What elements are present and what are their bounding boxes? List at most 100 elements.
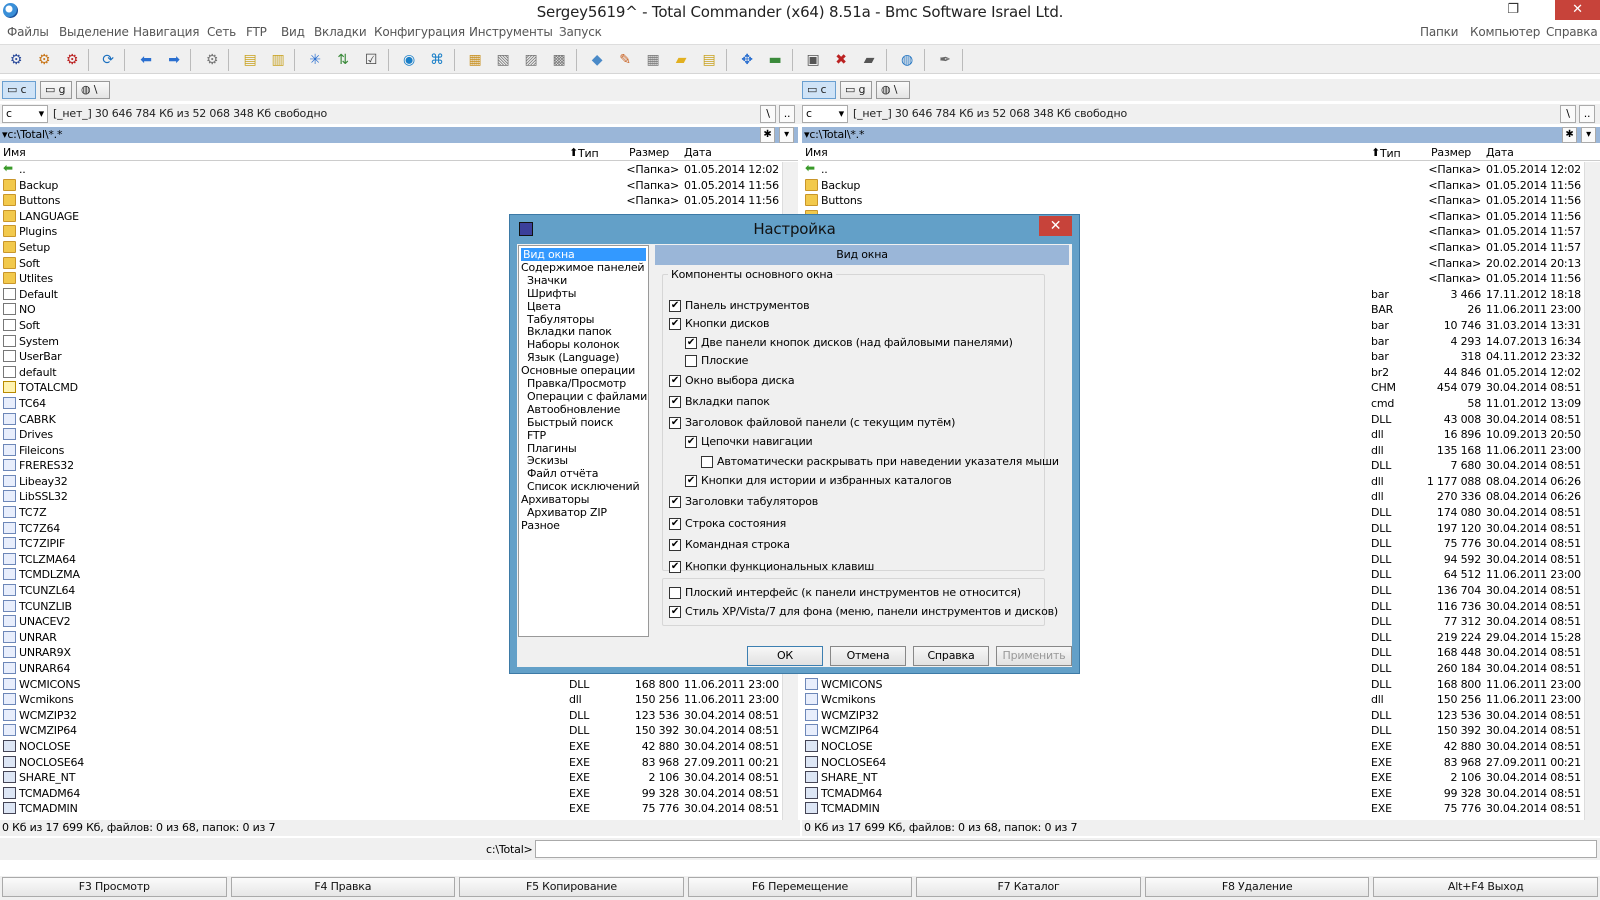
tree-item[interactable]: Вид окна (521, 248, 646, 261)
left-up-button[interactable]: .. (779, 105, 795, 123)
notes-icon[interactable]: ▤ (699, 50, 719, 70)
checked-icon[interactable]: ✔ (685, 336, 697, 349)
file-row[interactable]: Backup <Папка> 01.05.2014 11:56 (0, 178, 782, 194)
sync-icon[interactable]: ▩ (549, 50, 569, 70)
tree-item[interactable]: Основные операции (521, 364, 635, 377)
option-checkbox[interactable]: ✔ Панель инструментов (669, 299, 810, 312)
left-drive-select[interactable]: c ▾ (2, 105, 48, 123)
menu-1[interactable]: Выделение (59, 25, 129, 39)
file-row[interactable]: Wcmikons dll 150 256 11.06.2011 23:00 (0, 692, 782, 708)
option-checkbox[interactable]: Автоматически раскрывать при наведении у… (701, 455, 1059, 468)
tree-item[interactable]: Цвета (527, 300, 561, 313)
file-row[interactable]: TCMADMIN EXE 75 776 30.04.2014 08:51 (0, 801, 782, 817)
right-path-bar[interactable]: ▾c:\Total\*.* ✱ ▾ (802, 127, 1600, 143)
tree-item[interactable]: Архиваторы (521, 493, 589, 506)
file-row[interactable]: NOCLOSE64 EXE 83 968 27.09.2011 00:21 (802, 755, 1584, 771)
left-root-button[interactable]: \ (760, 105, 776, 123)
pack-icon[interactable]: ▤ (240, 50, 260, 70)
left-favorites-icon[interactable]: ✱ (760, 127, 775, 143)
file-row[interactable]: WCMZIP64 DLL 150 392 30.04.2014 08:51 (802, 723, 1584, 739)
option-checkbox[interactable]: ✔ Кнопки функциональных клавиш (669, 560, 874, 573)
right-up-button[interactable]: .. (1579, 105, 1595, 123)
settings-gear-icon[interactable]: ⚙ (6, 50, 26, 70)
tree-item[interactable]: Язык (Language) (527, 351, 619, 364)
tree-item[interactable]: Табуляторы (527, 313, 594, 326)
forward-arrow-icon[interactable]: ➡ (164, 50, 184, 70)
tree-item[interactable]: Содержимое панелей (521, 261, 645, 274)
menu-right-0[interactable]: Папки (1420, 25, 1458, 39)
back-arrow-icon[interactable]: ⬅ (136, 50, 156, 70)
file-row[interactable]: NOCLOSE64 EXE 83 968 27.09.2011 00:21 (0, 755, 782, 771)
folder-icon[interactable]: ▰ (671, 50, 691, 70)
option-checkbox[interactable]: ✔ Строка состояния (669, 517, 786, 530)
right-col-type[interactable]: ⬆ Тип (1371, 146, 1401, 160)
find-files-icon[interactable]: ▦ (465, 50, 485, 70)
file-row[interactable]: ⬅.. <Папка> 01.05.2014 12:02 (802, 162, 1584, 178)
fkey-button-1[interactable]: F4 Правка (230, 877, 456, 897)
gear-red-icon[interactable]: ⚙ (62, 50, 82, 70)
option-checkbox[interactable]: Плоские (685, 354, 748, 367)
checked-icon[interactable]: ✔ (669, 517, 681, 530)
ok-button[interactable]: ОК (747, 646, 823, 666)
file-row[interactable]: Buttons <Папка> 01.05.2014 11:56 (0, 193, 782, 209)
left-col-name[interactable]: Имя (3, 146, 26, 159)
menu-3[interactable]: Сеть (207, 25, 236, 39)
calc-icon[interactable]: ▦ (643, 50, 663, 70)
menu-9[interactable]: Запуск (559, 25, 602, 39)
multirename-icon[interactable]: ▧ (493, 50, 513, 70)
help-button[interactable]: Справка (913, 646, 989, 666)
menu-7[interactable]: Конфигурация (374, 25, 465, 39)
tree-item[interactable]: Автообновление (527, 403, 620, 416)
right-favorites-icon[interactable]: ✱ (1562, 127, 1577, 143)
file-row[interactable]: WCMZIP32 DLL 123 536 30.04.2014 08:51 (802, 708, 1584, 724)
tree-item[interactable]: Шрифты (527, 287, 576, 300)
left-drive-g-button[interactable]: ▭ g (40, 81, 72, 99)
checked-icon[interactable]: ✔ (669, 560, 681, 573)
unpack-icon[interactable]: ▥ (268, 50, 288, 70)
unchecked-icon[interactable] (685, 354, 697, 367)
right-scrollbar[interactable] (1584, 162, 1600, 820)
unchecked-icon[interactable] (669, 586, 681, 599)
internet-icon[interactable]: ◉ (399, 50, 419, 70)
file-row[interactable]: SHARE_NT EXE 2 106 30.04.2014 08:51 (802, 770, 1584, 786)
tree-item[interactable]: FTP (527, 429, 546, 442)
unchecked-icon[interactable] (701, 455, 713, 468)
tree-item[interactable]: Разное (521, 519, 560, 532)
tree-item[interactable]: Файл отчёта (527, 467, 598, 480)
checked-icon[interactable]: ✔ (669, 538, 681, 551)
fkey-button-3[interactable]: F6 Перемещение (687, 877, 913, 897)
menu-4[interactable]: FTP (246, 25, 267, 39)
right-col-date[interactable]: Дата (1486, 146, 1514, 159)
tree-item[interactable]: Значки (527, 274, 567, 287)
right-col-name[interactable]: Имя (805, 146, 828, 159)
clipboard-icon[interactable]: ☑ (361, 50, 381, 70)
right-col-size[interactable]: Размер (1431, 146, 1471, 159)
file-row[interactable]: TCMADM64 EXE 99 328 30.04.2014 08:51 (0, 786, 782, 802)
monitor-icon[interactable]: ▣ (803, 50, 823, 70)
checked-icon[interactable]: ✔ (669, 317, 681, 330)
option-checkbox[interactable]: ✔ Кнопки дисков (669, 317, 769, 330)
left-history-icon[interactable]: ▾ (779, 127, 794, 143)
delete-icon[interactable]: ✖ (831, 50, 851, 70)
checked-icon[interactable]: ✔ (669, 374, 681, 387)
fkey-button-6[interactable]: Alt+F4 Выход (1373, 877, 1598, 897)
style-checkbox[interactable]: ✔ Стиль XP/Vista/7 для фона (меню, панели… (669, 605, 1058, 618)
tree-item[interactable]: Правка/Просмотр (527, 377, 626, 390)
edit-icon[interactable]: ✎ (615, 50, 635, 70)
network-share-icon[interactable]: ✥ (737, 50, 757, 70)
file-row[interactable]: TCMADMIN EXE 75 776 30.04.2014 08:51 (802, 801, 1584, 817)
gear-orange-icon[interactable]: ⚙ (34, 50, 54, 70)
option-checkbox[interactable]: ✔ Кнопки для истории и избранных каталого… (685, 474, 952, 487)
pen-icon[interactable]: ✒ (935, 50, 955, 70)
right-drive-c-button[interactable]: ▭ c (802, 81, 836, 99)
tree-item[interactable]: Быстрый поиск (527, 416, 613, 429)
file-row[interactable]: WCMICONS DLL 168 800 11.06.2011 23:00 (0, 677, 782, 693)
tree-item[interactable]: Эскизы (527, 454, 568, 467)
checked-icon[interactable]: ✔ (669, 416, 681, 429)
checked-icon[interactable]: ✔ (685, 435, 697, 448)
menu-0[interactable]: Файлы (7, 25, 49, 39)
menu-5[interactable]: Вид (281, 25, 305, 39)
fkey-button-4[interactable]: F7 Каталог (916, 877, 1141, 897)
option-checkbox[interactable]: ✔ Окно выбора диска (669, 374, 795, 387)
file-row[interactable]: WCMICONS DLL 168 800 11.06.2011 23:00 (802, 677, 1584, 693)
